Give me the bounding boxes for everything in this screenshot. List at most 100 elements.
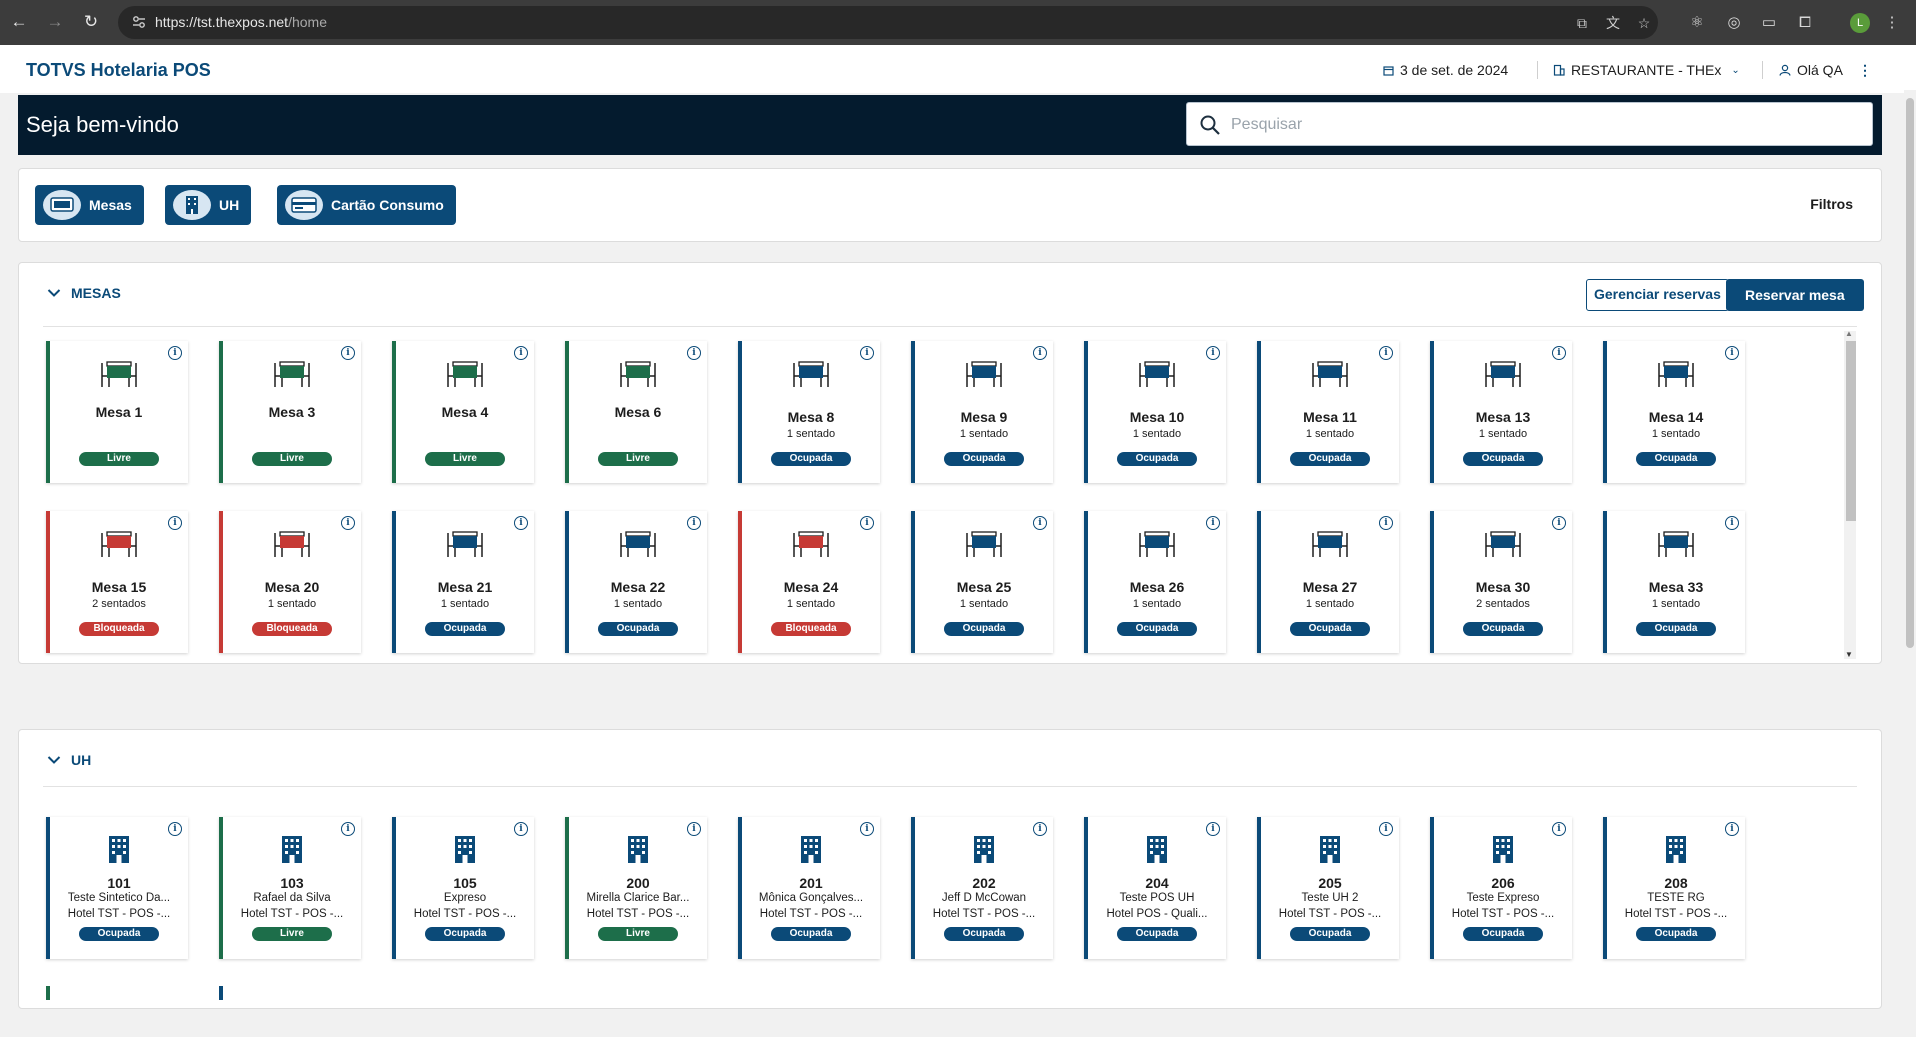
location-selector[interactable]: RESTAURANTE - THEx ⌄	[1553, 62, 1740, 78]
bookmark-star-icon[interactable]: ☆	[1635, 14, 1653, 32]
uh-card-partial[interactable]	[46, 986, 188, 1000]
calendar-icon	[1383, 65, 1394, 76]
filter-cartao-button[interactable]: Cartão Consumo	[277, 185, 456, 225]
uh-card[interactable]: i 208 TESTE RG Hotel TST - POS -... Ocupada	[1603, 817, 1745, 959]
site-info-icon[interactable]	[132, 15, 146, 29]
mesa-card[interactable]: i Mesa 20 1 sentado Bloqueada	[219, 511, 361, 653]
info-icon[interactable]: i	[341, 516, 355, 530]
filter-uh-button[interactable]: UH	[165, 185, 252, 225]
uh-card[interactable]: i 202 Jeff D McCowan Hotel TST - POS -... Oc…	[911, 817, 1053, 959]
app-root: TOTVS Hotelaria POS 3 de set. de 2024 RE…	[0, 45, 1916, 1037]
mesa-card[interactable]: i Mesa 3 Livre	[219, 341, 361, 483]
info-icon[interactable]: i	[514, 516, 528, 530]
info-icon[interactable]: i	[860, 346, 874, 360]
mesa-card[interactable]: i Mesa 27 1 sentado Ocupada	[1257, 511, 1399, 653]
mesa-card[interactable]: i Mesa 33 1 sentado Ocupada	[1603, 511, 1745, 653]
mesa-card[interactable]: i Mesa 6 Livre	[565, 341, 707, 483]
divider	[1762, 61, 1763, 79]
info-icon[interactable]: i	[1379, 822, 1393, 836]
mesa-card[interactable]: i Mesa 4 Livre	[392, 341, 534, 483]
info-icon[interactable]: i	[1379, 346, 1393, 360]
uh-card[interactable]: i 105 Expreso Hotel TST - POS -... Ocupada	[392, 817, 534, 959]
info-icon[interactable]: i	[514, 346, 528, 360]
info-icon[interactable]: i	[168, 516, 182, 530]
mesa-card[interactable]: i Mesa 21 1 sentado Ocupada	[392, 511, 534, 653]
search-input[interactable]	[1231, 113, 1851, 137]
info-icon[interactable]: i	[168, 346, 182, 360]
forward-icon[interactable]: →	[44, 12, 66, 32]
info-icon[interactable]: i	[341, 346, 355, 360]
info-icon[interactable]: i	[1552, 822, 1566, 836]
mesa-card[interactable]: i Mesa 10 1 sentado Ocupada	[1084, 341, 1226, 483]
reload-icon[interactable]: ↻	[80, 12, 102, 32]
info-icon[interactable]: i	[1033, 516, 1047, 530]
info-icon[interactable]: i	[1552, 346, 1566, 360]
extensions-puzzle-icon[interactable]: ⧠	[1795, 13, 1815, 33]
info-icon[interactable]: i	[1033, 346, 1047, 360]
info-icon[interactable]: i	[860, 822, 874, 836]
uh-card-partial[interactable]	[219, 986, 361, 1000]
filter-mesas-button[interactable]: Mesas	[35, 185, 144, 225]
info-icon[interactable]: i	[687, 346, 701, 360]
uh-card[interactable]: i 206 Teste Expreso Hotel TST - POS -... Ocu…	[1430, 817, 1572, 959]
address-bar[interactable]: https://tst.thexpos.net/home ⧉ 文 ☆	[118, 6, 1658, 39]
info-icon[interactable]: i	[1725, 516, 1739, 530]
uh-card[interactable]: i 103 Rafael da Silva Hotel TST - POS -... L…	[219, 817, 361, 959]
extension-react-icon[interactable]: ⚛	[1687, 13, 1707, 33]
info-icon[interactable]: i	[341, 822, 355, 836]
info-icon[interactable]: i	[1033, 822, 1047, 836]
mesa-card[interactable]: i Mesa 22 1 sentado Ocupada	[565, 511, 707, 653]
info-icon[interactable]: i	[1206, 346, 1220, 360]
info-icon[interactable]: i	[1206, 822, 1220, 836]
mesas-scrollbar[interactable]: ▲ ▼	[1844, 329, 1856, 659]
mesa-card[interactable]: i Mesa 15 2 sentados Bloqueada	[46, 511, 188, 653]
browser-menu-icon[interactable]: ⋮	[1882, 13, 1902, 33]
user-menu[interactable]: Olá QA	[1779, 62, 1843, 78]
scroll-up-icon[interactable]: ▲	[1845, 329, 1853, 338]
info-icon[interactable]: i	[514, 822, 528, 836]
filters-toggle[interactable]: Filtros	[1810, 196, 1853, 212]
mesa-card[interactable]: i Mesa 30 2 sentados Ocupada	[1430, 511, 1572, 653]
extension-card-icon[interactable]: ▭	[1759, 13, 1779, 33]
mesa-card[interactable]: i Mesa 9 1 sentado Ocupada	[911, 341, 1053, 483]
info-icon[interactable]: i	[687, 822, 701, 836]
info-icon[interactable]: i	[687, 516, 701, 530]
profile-avatar[interactable]: L	[1850, 13, 1870, 33]
mesa-card[interactable]: i Mesa 1 Livre	[46, 341, 188, 483]
uh-card[interactable]: i 204 Teste POS UH Hotel POS - Quali... Ocup…	[1084, 817, 1226, 959]
mesa-card[interactable]: i Mesa 13 1 sentado Ocupada	[1430, 341, 1572, 483]
info-icon[interactable]: i	[1379, 516, 1393, 530]
back-icon[interactable]: ←	[8, 12, 30, 32]
open-in-app-icon[interactable]: ⧉	[1573, 14, 1591, 32]
search-box[interactable]	[1186, 102, 1873, 146]
mesa-card[interactable]: i Mesa 8 1 sentado Ocupada	[738, 341, 880, 483]
info-icon[interactable]: i	[168, 822, 182, 836]
info-icon[interactable]: i	[860, 516, 874, 530]
mesa-card[interactable]: i Mesa 24 1 sentado Bloqueada	[738, 511, 880, 653]
uh-card[interactable]: i 201 Mônica Gonçalves... Hotel TST - POS -…	[738, 817, 880, 959]
scroll-down-icon[interactable]: ▼	[1845, 650, 1853, 659]
mesa-card[interactable]: i Mesa 11 1 sentado Ocupada	[1257, 341, 1399, 483]
translate-icon[interactable]: 文	[1604, 14, 1622, 32]
uh-card[interactable]: i 101 Teste Sintetico Da... Hotel TST - POS…	[46, 817, 188, 959]
app-brand[interactable]: TOTVS Hotelaria POS	[26, 60, 211, 81]
uh-section-toggle[interactable]: UH	[47, 752, 91, 768]
mesa-card[interactable]: i Mesa 14 1 sentado Ocupada	[1603, 341, 1745, 483]
reserve-table-button[interactable]: Reservar mesa	[1726, 279, 1864, 311]
mesas-scroll-thumb[interactable]	[1846, 341, 1856, 521]
manage-reservations-button[interactable]: Gerenciar reservas	[1586, 279, 1729, 311]
mesa-card[interactable]: i Mesa 25 1 sentado Ocupada	[911, 511, 1053, 653]
info-icon[interactable]: i	[1725, 822, 1739, 836]
info-icon[interactable]: i	[1206, 516, 1220, 530]
mesas-section-toggle[interactable]: MESAS	[47, 285, 121, 301]
page-scroll-thumb[interactable]	[1906, 98, 1914, 648]
uh-card[interactable]: i 205 Teste UH 2 Hotel TST - POS -... Ocupad…	[1257, 817, 1399, 959]
extension-target-icon[interactable]: ◎	[1724, 13, 1744, 33]
page-scrollbar[interactable]	[1904, 90, 1916, 1037]
uh-card[interactable]: i 200 Mirella Clarice Bar... Hotel TST - PO…	[565, 817, 707, 959]
date-selector[interactable]: 3 de set. de 2024	[1383, 62, 1508, 78]
mesa-card[interactable]: i Mesa 26 1 sentado Ocupada	[1084, 511, 1226, 653]
info-icon[interactable]: i	[1552, 516, 1566, 530]
more-options-icon[interactable]: ⋮	[1858, 62, 1872, 79]
info-icon[interactable]: i	[1725, 346, 1739, 360]
